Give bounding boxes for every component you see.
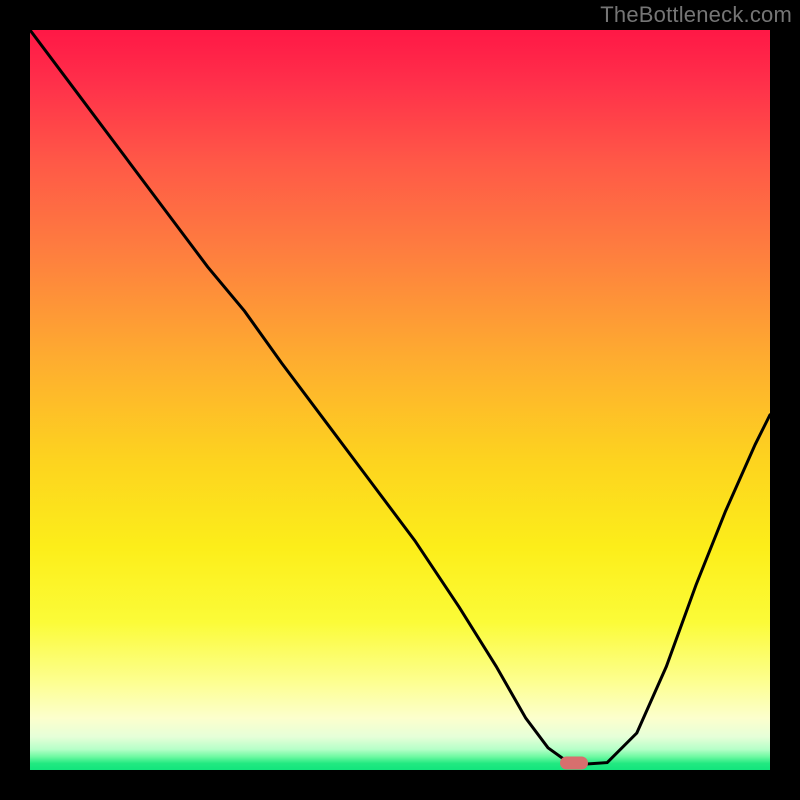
curve-svg: [30, 30, 770, 770]
bottleneck-curve: [30, 30, 770, 764]
plot-area: [30, 30, 770, 770]
chart-frame: TheBottleneck.com: [0, 0, 800, 800]
watermark-text: TheBottleneck.com: [600, 2, 792, 28]
optimal-point-marker: [560, 757, 588, 770]
